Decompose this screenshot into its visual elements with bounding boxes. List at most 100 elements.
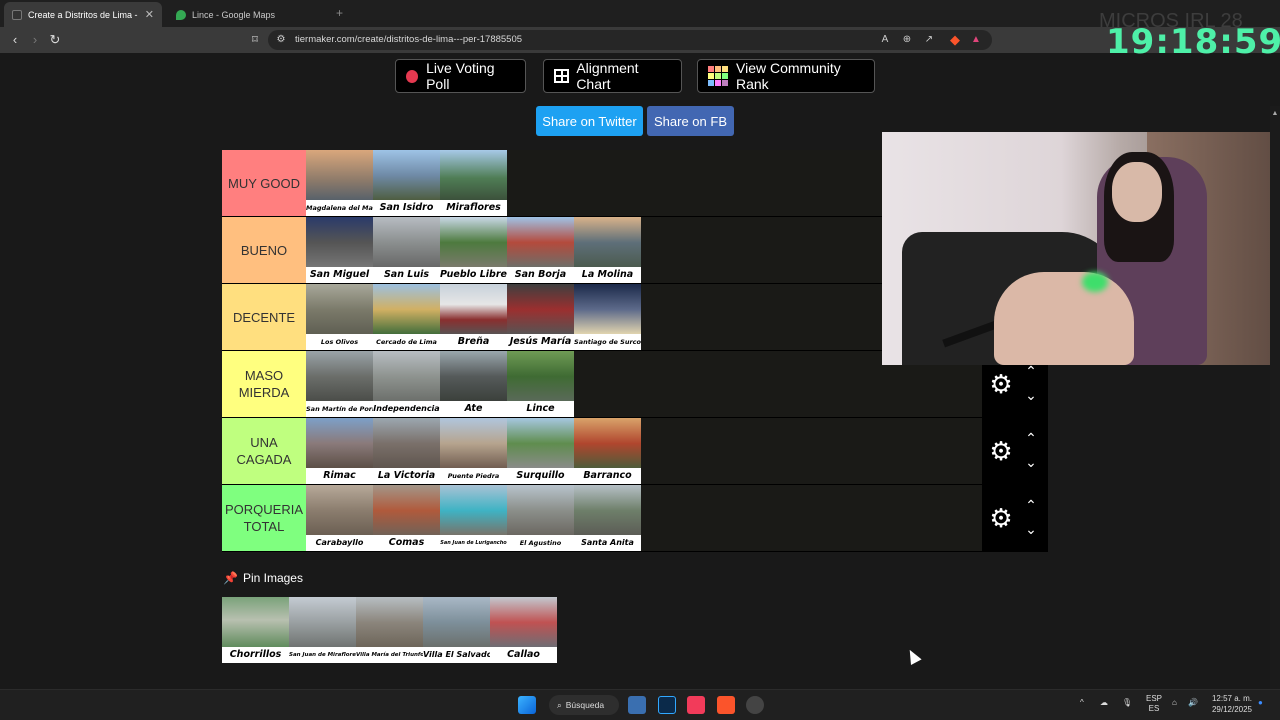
chevron-up-icon[interactable]: ⌃ xyxy=(1022,497,1040,513)
tier-label[interactable]: UNA CAGADA xyxy=(222,418,306,484)
gear-icon[interactable]: ⚙ xyxy=(988,438,1014,464)
chevron-down-icon[interactable]: ⌄ xyxy=(1022,454,1040,470)
live-voting-poll-button[interactable]: Live Voting Poll xyxy=(395,59,526,93)
tier-item-card[interactable]: Comas xyxy=(373,485,440,551)
tier-item-card[interactable]: Lince xyxy=(507,351,574,417)
tier-label[interactable]: BUENO xyxy=(222,217,306,283)
tier-label[interactable]: PORQUERIA TOTAL xyxy=(222,485,306,551)
unranked-item-card[interactable]: Chorrillos xyxy=(222,597,289,663)
tier-controls: ⚙ ⌃ ⌄ xyxy=(982,485,1048,552)
chevron-up-icon[interactable]: ⌃ xyxy=(1022,363,1040,379)
photoshop-icon[interactable] xyxy=(658,696,676,714)
tier-item-card[interactable]: La Molina xyxy=(574,217,641,283)
microphone-icon[interactable]: 🎙 xyxy=(1122,698,1132,707)
pin-images-toggle[interactable]: 📌 Pin Images xyxy=(223,571,303,585)
chevron-up-icon[interactable]: ⌃ xyxy=(1022,430,1040,446)
search-label: Búsqueda xyxy=(565,700,605,710)
tier-items: Rimac La Victoria Puente Piedra Surquill… xyxy=(306,418,641,484)
tier-item-card[interactable]: La Victoria xyxy=(373,418,440,484)
address-bar[interactable]: ⚙ tiermaker.com/create/distritos-de-lima… xyxy=(268,30,992,50)
tier-label[interactable]: MUY GOOD xyxy=(222,150,306,216)
bookmark-icon[interactable]: ⌑ xyxy=(246,31,264,49)
tier-item-card[interactable]: San Miguel xyxy=(306,217,373,283)
forward-arrow-icon[interactable]: › xyxy=(26,31,44,49)
music-app-icon[interactable] xyxy=(687,696,705,714)
new-tab-plus-icon[interactable]: + xyxy=(336,6,343,20)
network-icon[interactable]: ⌂ xyxy=(1172,698,1177,707)
volume-icon[interactable]: 🔊 xyxy=(1188,698,1198,707)
file-explorer-icon[interactable] xyxy=(628,696,646,714)
system-clock[interactable]: 12:57 a. m. 29/12/2025 xyxy=(1208,693,1252,715)
translate-icon[interactable]: A xyxy=(878,33,892,47)
tier-item-card[interactable]: Rimac xyxy=(306,418,373,484)
tier-item-card[interactable]: Santiago de Surco xyxy=(574,284,641,350)
share-twitter-button[interactable]: Share on Twitter xyxy=(536,106,643,136)
back-arrow-icon[interactable]: ‹ xyxy=(6,31,24,49)
tier-label[interactable]: MASO MIERDA xyxy=(222,351,306,417)
tier-item-caption: Independencia xyxy=(373,401,440,417)
chevron-down-icon[interactable]: ⌄ xyxy=(1022,521,1040,537)
unranked-item-card[interactable]: San Juan de Miraflores xyxy=(289,597,356,663)
share-fb-button[interactable]: Share on FB xyxy=(647,106,734,136)
alignment-chart-button[interactable]: Alignment Chart xyxy=(543,59,682,93)
brave-rewards-icon[interactable]: ▲ xyxy=(967,31,985,49)
tier-item-card[interactable]: Jesús María xyxy=(507,284,574,350)
gear-icon[interactable]: ⚙ xyxy=(988,371,1014,397)
tier-item-card[interactable]: Santa Anita xyxy=(574,485,641,551)
tab-google-maps[interactable]: Lince - Google Maps xyxy=(168,2,328,27)
close-tab-icon[interactable]: ✕ xyxy=(145,8,154,21)
tier-item-caption: San Luis xyxy=(373,267,440,283)
tier-item-card[interactable]: Carabayllo xyxy=(306,485,373,551)
tier-item-card[interactable]: El Agustino xyxy=(507,485,574,551)
site-info-icon[interactable]: ⚙ xyxy=(274,33,288,47)
unranked-item-card[interactable]: Villa El Salvador xyxy=(423,597,490,663)
chevron-down-icon[interactable]: ⌄ xyxy=(1022,387,1040,403)
tier-item-card[interactable]: Pueblo Libre xyxy=(440,217,507,283)
screen: { "browser": { "tabs": [ {"title": "Crea… xyxy=(0,0,1280,720)
page-scrollbar[interactable]: ▲ ▼ xyxy=(1270,106,1280,720)
brave-shield-icon[interactable]: ◆ xyxy=(946,31,964,49)
tier-item-card[interactable]: San Martín de Porres xyxy=(306,351,373,417)
gear-icon[interactable]: ⚙ xyxy=(988,505,1014,531)
tier-item-card[interactable]: Ate xyxy=(440,351,507,417)
tier-label[interactable]: DECENTE xyxy=(222,284,306,350)
tier-item-caption: Los Olivos xyxy=(306,334,373,350)
onedrive-icon[interactable]: ☁ xyxy=(1100,698,1108,707)
tier-item-card[interactable]: San Luis xyxy=(373,217,440,283)
tier-item-card[interactable]: Breña xyxy=(440,284,507,350)
tab-title: Create a Distritos de Lima - Peru xyxy=(28,9,140,20)
language-indicator[interactable]: ESP ES xyxy=(1146,694,1162,714)
tier-item-card[interactable]: San Juan de Lurigancho xyxy=(440,485,507,551)
obs-icon[interactable] xyxy=(746,696,764,714)
tier-item-card[interactable]: San Borja xyxy=(507,217,574,283)
tier-item-card[interactable]: Barranco xyxy=(574,418,641,484)
brave-browser-icon[interactable] xyxy=(717,696,735,714)
tier-items: Carabayllo Comas San Juan de Lurigancho … xyxy=(306,485,641,551)
share-icon[interactable]: ↗ xyxy=(922,33,936,47)
reload-icon[interactable]: ↻ xyxy=(46,31,64,49)
view-community-rank-button[interactable]: View Community Rank xyxy=(697,59,875,93)
grid-icon xyxy=(554,69,570,83)
tier-row-bueno: BUENO San Miguel San Luis Pueblo Libre S… xyxy=(222,217,982,284)
unranked-item-card[interactable]: Villa María del Triunfo xyxy=(356,597,423,663)
zoom-icon[interactable]: ⊕ xyxy=(900,33,914,47)
tier-item-card[interactable]: Miraflores xyxy=(440,150,507,216)
tier-item-card[interactable]: Puente Piedra xyxy=(440,418,507,484)
tier-item-card[interactable]: Magdalena del Mar xyxy=(306,150,373,216)
windows-start-icon[interactable] xyxy=(518,696,536,714)
tier-item-card[interactable]: Independencia xyxy=(373,351,440,417)
tab-tiermaker[interactable]: Create a Distritos de Lima - Peru ✕ xyxy=(4,2,162,27)
tray-chevron-up-icon[interactable]: ^ xyxy=(1080,698,1084,707)
tier-item-caption: El Agustino xyxy=(507,535,574,551)
clock-date: 29/12/2025 xyxy=(1211,705,1252,714)
tiermaker-page: Live Voting Poll Alignment Chart View Co… xyxy=(0,53,1280,720)
tier-item-card[interactable]: Cercado de Lima xyxy=(373,284,440,350)
notification-bell-icon[interactable]: ● xyxy=(1258,698,1263,707)
tier-item-card[interactable]: Surquillo xyxy=(507,418,574,484)
tier-item-card[interactable]: Los Olivos xyxy=(306,284,373,350)
taskbar-search[interactable]: ⌕ Búsqueda xyxy=(549,695,619,715)
tier-item-card[interactable]: San Isidro xyxy=(373,150,440,216)
live-voting-poll-label: Live Voting Poll xyxy=(426,60,495,92)
unranked-item-card[interactable]: Callao xyxy=(490,597,557,663)
scroll-up-icon[interactable]: ▲ xyxy=(1271,110,1279,118)
